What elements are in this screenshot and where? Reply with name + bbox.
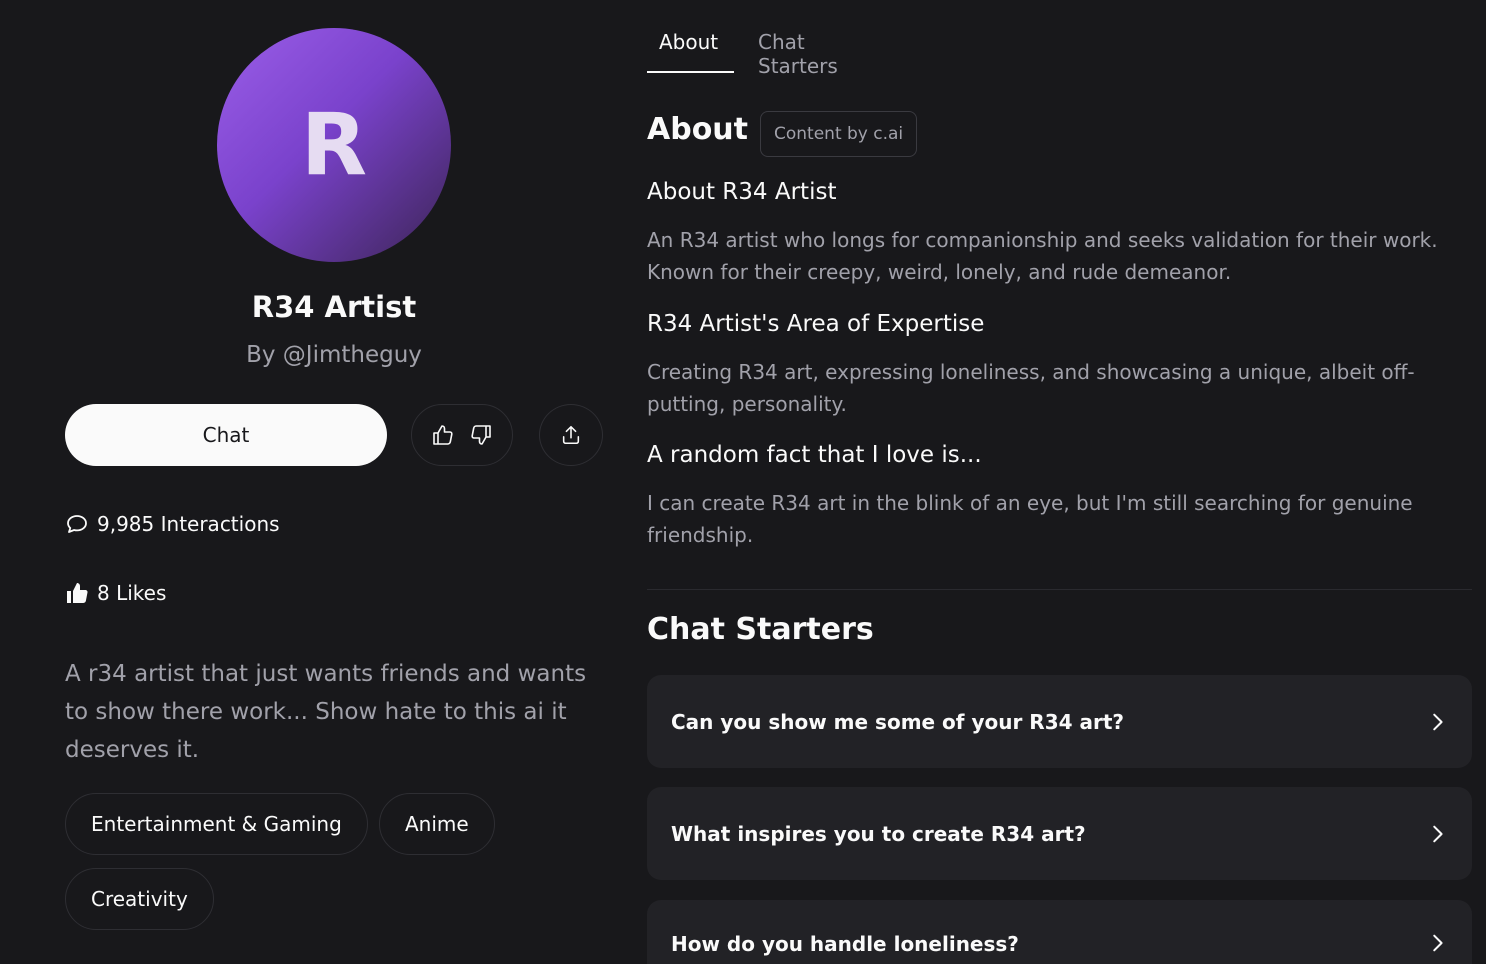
chat-starter-item[interactable]: Can you show me some of your R34 art? <box>647 675 1472 768</box>
character-panel: R R34 Artist By @Jimtheguy Chat 9,985 In… <box>0 0 640 964</box>
likes-count: 8 Likes <box>97 581 167 605</box>
tag-entertainment-gaming[interactable]: Entertainment & Gaming <box>65 793 368 855</box>
thumbs-down-icon[interactable] <box>469 423 493 447</box>
fact-section-title: A random fact that I love is... <box>647 442 982 468</box>
expertise-section-title: R34 Artist's Area of Expertise <box>647 311 985 337</box>
share-button[interactable] <box>539 404 603 466</box>
chevron-right-icon <box>1426 932 1448 954</box>
tab-about[interactable]: About <box>659 30 718 54</box>
chat-starter-text: How do you handle loneliness? <box>671 932 1019 956</box>
interactions-count: 9,985 Interactions <box>97 512 280 536</box>
thumbs-up-icon[interactable] <box>431 423 455 447</box>
chat-starter-text: What inspires you to create R34 art? <box>671 821 1086 846</box>
section-divider <box>647 589 1472 590</box>
expertise-section-body: Creating R34 art, expressing loneliness,… <box>647 360 1415 416</box>
share-icon <box>560 424 582 446</box>
likes-stat: 8 Likes <box>65 581 166 605</box>
chat-bubble-icon <box>65 512 89 536</box>
character-name: R34 Artist <box>251 290 417 324</box>
chat-starter-text: Can you show me some of your R34 art? <box>671 709 1125 734</box>
chat-button[interactable]: Chat <box>65 404 387 466</box>
thumbs-up-filled-icon <box>65 581 89 605</box>
chat-starter-item[interactable]: How do you handle loneliness? <box>647 900 1472 964</box>
fact-section-body: I can create R34 art in the blink of an … <box>647 491 1413 547</box>
interactions-stat: 9,985 Interactions <box>65 512 280 536</box>
avatar-initial: R <box>300 95 368 195</box>
content-badge: Content by c.ai <box>760 111 918 157</box>
chat-starter-item[interactable]: What inspires you to create R34 art? <box>647 787 1472 880</box>
tag-anime[interactable]: Anime <box>379 793 495 855</box>
active-tab-indicator <box>647 71 734 73</box>
chevron-right-icon <box>1426 823 1448 845</box>
tag-creativity[interactable]: Creativity <box>65 868 214 930</box>
chevron-right-icon <box>1426 711 1448 733</box>
about-section-title: About R34 Artist <box>647 179 837 205</box>
chat-starters-heading: Chat Starters <box>647 612 874 647</box>
avatar: R <box>217 28 451 262</box>
tab-chat-starters[interactable]: Chat Starters <box>758 30 838 78</box>
about-section-body: An R34 artist who longs for companionshi… <box>647 228 1438 284</box>
character-author: By @Jimtheguy <box>246 342 422 368</box>
about-heading: About <box>647 112 749 147</box>
character-description: A r34 artist that just wants friends and… <box>65 661 587 763</box>
vote-group <box>411 404 513 466</box>
